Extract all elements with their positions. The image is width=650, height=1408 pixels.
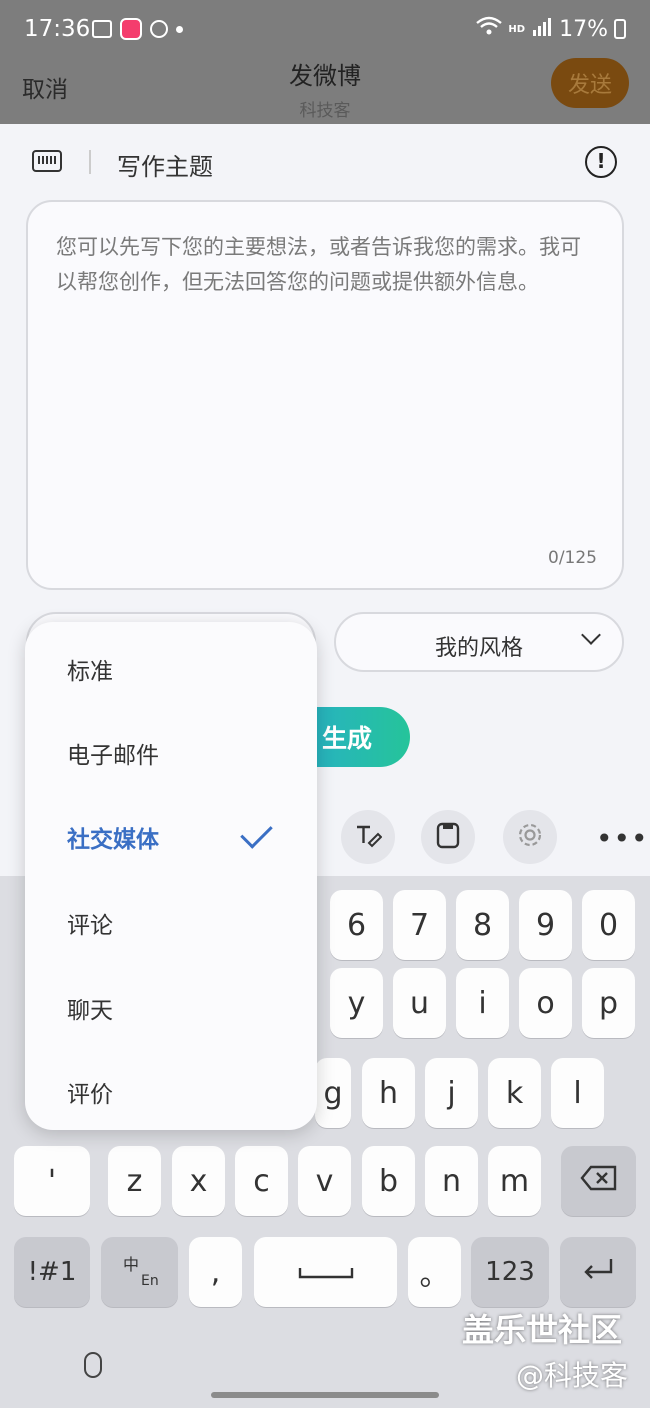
battery-percent: 17% — [559, 16, 608, 42]
home-indicator — [211, 1392, 439, 1398]
char-counter: 0/125 — [548, 548, 597, 568]
lang-bottom-label: En — [141, 1273, 159, 1289]
key-b[interactable]: b — [362, 1146, 415, 1216]
key-v[interactable]: v — [298, 1146, 351, 1216]
key-l[interactable]: l — [551, 1058, 604, 1128]
textarea-placeholder: 您可以先写下您的主要想法，或者告诉我您的需求。我可以帮您创作，但无法回答您的问题… — [56, 235, 581, 294]
gallery-icon — [92, 20, 112, 38]
gear-icon — [516, 821, 544, 853]
page-subtitle: 科技客 — [299, 101, 351, 121]
enter-key[interactable] — [560, 1237, 636, 1307]
keyboard-icon[interactable] — [32, 150, 62, 172]
key-6[interactable]: 6 — [330, 890, 383, 960]
status-right: HD 17% — [476, 16, 626, 42]
divider — [89, 150, 91, 174]
status-notification-icons — [92, 18, 183, 40]
status-time: 17:36 — [24, 16, 91, 42]
topic-label: 写作主题 — [117, 153, 213, 181]
backspace-icon — [579, 1164, 618, 1199]
key-7[interactable]: 7 — [393, 890, 446, 960]
key-u[interactable]: u — [393, 968, 446, 1038]
lang-top-label: 中 — [123, 1255, 140, 1274]
settings-button[interactable] — [503, 810, 557, 864]
backspace-key[interactable] — [561, 1146, 636, 1216]
option-comment[interactable]: 评论 — [67, 906, 113, 940]
key-9[interactable]: 9 — [519, 890, 572, 960]
info-icon[interactable]: ! — [585, 146, 617, 178]
format-dropdown-menu — [25, 622, 317, 1130]
key-y[interactable]: y — [330, 968, 383, 1038]
wifi-icon — [476, 16, 503, 42]
key-0[interactable]: 0 — [582, 890, 635, 960]
option-standard[interactable]: 标准 — [67, 652, 113, 686]
write-style-button[interactable] — [341, 810, 395, 864]
enter-icon — [581, 1255, 615, 1290]
clipboard-button[interactable] — [421, 810, 475, 864]
microphone-icon[interactable] — [84, 1352, 102, 1378]
key-g[interactable]: g — [315, 1058, 351, 1128]
key-x[interactable]: x — [172, 1146, 225, 1216]
option-review[interactable]: 评价 — [67, 1075, 113, 1109]
network-label: HD — [508, 23, 526, 35]
key-8[interactable]: 8 — [456, 890, 509, 960]
key-c[interactable]: c — [235, 1146, 288, 1216]
space-key[interactable] — [254, 1237, 397, 1307]
watermark-title: 盖乐世社区 — [462, 1311, 623, 1349]
dot-icon — [176, 25, 183, 33]
key-z[interactable]: z — [108, 1146, 161, 1216]
comma-key[interactable]: , — [189, 1237, 242, 1307]
watermark-author: @科技客 — [516, 1359, 629, 1392]
language-key[interactable]: 中 En — [101, 1237, 178, 1307]
symbols-key[interactable]: !#1 — [14, 1237, 90, 1307]
numbers-key[interactable]: 123 — [471, 1237, 549, 1307]
shop-icon — [120, 18, 142, 40]
send-button[interactable]: 发送 — [551, 58, 629, 108]
key-n[interactable]: n — [425, 1146, 478, 1216]
option-social-media[interactable]: 社交媒体 — [67, 820, 159, 854]
key-o[interactable]: o — [519, 968, 572, 1038]
key-i[interactable]: i — [456, 968, 509, 1038]
signal-icon — [531, 16, 553, 42]
space-icon — [296, 1255, 356, 1290]
option-email[interactable]: 电子邮件 — [67, 736, 159, 770]
key-m[interactable]: m — [488, 1146, 541, 1216]
more-icon[interactable]: ••• — [596, 822, 649, 855]
key-h[interactable]: h — [362, 1058, 415, 1128]
period-key[interactable]: 。 — [408, 1237, 461, 1307]
clipboard-icon — [436, 821, 460, 853]
key-p[interactable]: p — [582, 968, 635, 1038]
option-chat[interactable]: 聊天 — [67, 991, 113, 1025]
key-apostrophe[interactable]: ' — [14, 1146, 90, 1216]
block-icon — [150, 20, 168, 38]
text-edit-icon — [354, 821, 383, 853]
key-k[interactable]: k — [488, 1058, 541, 1128]
key-j[interactable]: j — [425, 1058, 478, 1128]
battery-icon — [614, 19, 626, 39]
